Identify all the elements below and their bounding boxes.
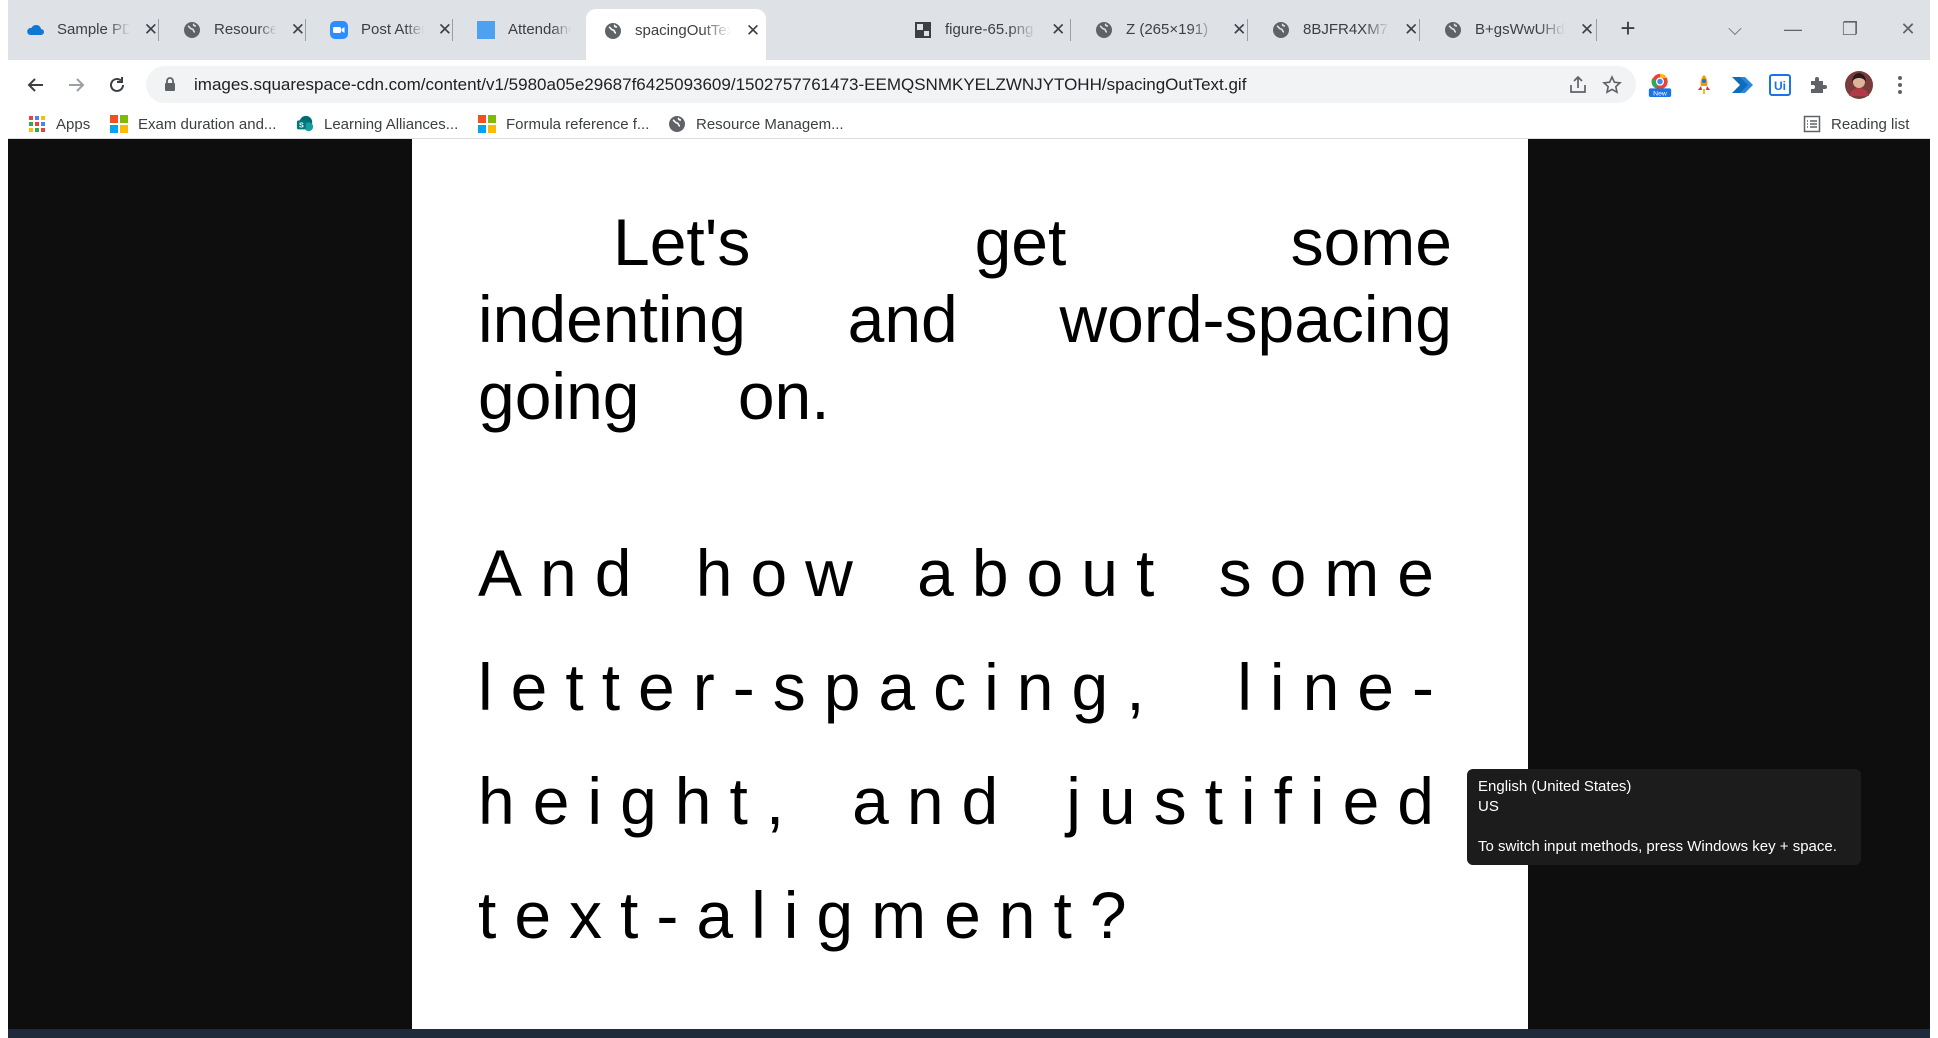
new-tab-button[interactable]: + — [1613, 13, 1643, 43]
image-text-paragraph-1: Let's get some indenting and word-spacin… — [478, 205, 1452, 433]
bookmark-resource-management[interactable]: Resource Managem... — [668, 113, 844, 135]
tab-title: Z (265×191) — [1126, 21, 1209, 38]
bookmarks-bar: Apps Exam duration and... S Learning All… — [8, 110, 1930, 139]
reading-list-label: Reading list — [1831, 115, 1910, 133]
restore-button[interactable]: ❐ — [1835, 14, 1865, 44]
power-automate-icon[interactable] — [1730, 73, 1754, 97]
forward-arrow-icon — [69, 78, 85, 92]
chrome-new-extension-icon[interactable]: New — [1648, 73, 1672, 97]
tab-separator — [1596, 19, 1597, 41]
input-method-tooltip: English (United States) US To switch inp… — [1467, 769, 1861, 865]
tab-search-icon[interactable]: ⌵ — [1720, 14, 1750, 44]
back-arrow-icon — [27, 78, 43, 92]
new-badge-label: New — [1653, 90, 1667, 97]
tab-title: B+gsWwUHd — [1475, 21, 1565, 38]
globe-icon — [668, 115, 686, 133]
tab-strip: Sample PDf file ✕ Resource Management ✕ … — [8, 0, 1930, 60]
bookmark-label: Learning Alliances... — [324, 115, 459, 133]
tab-post-attendee[interactable]: Post Attendee ✕ — [312, 11, 452, 48]
rocket-extension-icon[interactable] — [1692, 73, 1716, 97]
close-icon[interactable]: ✕ — [438, 21, 452, 38]
tab-figure-65[interactable]: figure-65.png ✕ — [896, 11, 1066, 48]
browser-window: Sample PDf file ✕ Resource Management ✕ … — [8, 0, 1930, 1038]
apps-grid-icon — [28, 115, 46, 133]
tab-spacing-out-text[interactable]: spacingOutText ✕ — [586, 9, 766, 60]
page-viewport: Let's get some indenting and word-spacin… — [8, 139, 1930, 1038]
tooltip-layout: US — [1478, 798, 1499, 815]
lock-icon[interactable] — [164, 76, 176, 97]
tab-separator — [452, 19, 453, 41]
toolbar: images.squarespace-cdn.com/content/v1/59… — [8, 60, 1930, 110]
close-icon[interactable]: ✕ — [1404, 21, 1419, 38]
close-icon[interactable]: ✕ — [1231, 21, 1247, 38]
globe-icon — [1444, 21, 1462, 39]
tab-separator — [158, 19, 159, 41]
tab-separator — [305, 19, 306, 41]
bookmark-label: Exam duration and... — [138, 115, 277, 133]
onedrive-icon — [26, 21, 44, 39]
close-window-button[interactable]: ✕ — [1893, 14, 1923, 44]
tab-sample-pdf[interactable]: Sample PDf file ✕ — [8, 11, 158, 48]
tab-title: 8BJFR4XM7Zp — [1303, 21, 1390, 38]
tab-attendance[interactable]: Attendance Q ✕ — [459, 11, 599, 48]
menu-kebab-icon[interactable] — [1888, 73, 1912, 97]
zoom-icon — [330, 20, 348, 39]
tab-title: Attendance Q — [508, 21, 571, 38]
bookmark-exam-duration[interactable]: Exam duration and... — [110, 113, 276, 135]
sharepoint-icon: S — [296, 115, 314, 133]
globe-icon — [1272, 21, 1290, 39]
bookmark-learning-alliances[interactable]: S Learning Alliances... — [296, 113, 458, 135]
profile-avatar[interactable] — [1844, 70, 1874, 100]
back-button[interactable] — [21, 70, 51, 100]
tooltip-language: English (United States) — [1478, 778, 1632, 795]
close-icon[interactable]: ✕ — [291, 21, 305, 38]
tab-title: Resource Management — [214, 21, 277, 38]
url-text[interactable]: images.squarespace-cdn.com/content/v1/59… — [194, 75, 1246, 95]
tab-bgswwuhd[interactable]: B+gsWwUHd ✕ — [1426, 11, 1596, 48]
extensions-puzzle-icon[interactable] — [1806, 73, 1830, 97]
image-icon — [914, 21, 932, 39]
bookmark-label: Apps — [56, 115, 91, 133]
microsoft-icon — [478, 115, 496, 133]
microsoft-icon — [110, 115, 128, 133]
image-text-paragraph-2: And how about some letter-spacing, line-… — [478, 536, 1452, 952]
tab-title: figure-65.png — [945, 21, 1034, 38]
bookmark-formula-reference[interactable]: Formula reference f... — [478, 113, 649, 135]
taskbar-edge — [8, 1029, 1930, 1038]
ui-label: Ui — [1774, 79, 1786, 93]
tab-8bjfr4xm7zp[interactable]: 8BJFR4XM7Zp ✕ — [1254, 11, 1419, 48]
bookmark-label: Resource Managem... — [696, 115, 844, 133]
reload-icon — [110, 77, 124, 92]
reading-list-button[interactable]: Reading list — [1803, 113, 1909, 135]
bookmark-label: Formula reference f... — [506, 115, 650, 133]
tab-separator — [1419, 19, 1420, 41]
tab-title: Post Attendee — [361, 21, 424, 38]
address-bar[interactable]: images.squarespace-cdn.com/content/v1/59… — [146, 66, 1636, 103]
globe-icon — [1095, 21, 1113, 39]
displayed-gif-image: Let's get some indenting and word-spacin… — [412, 139, 1528, 1029]
reading-list-icon — [1803, 115, 1821, 133]
tab-separator — [1070, 19, 1071, 41]
tab-z-image[interactable]: Z (265×191) ✕ — [1077, 11, 1247, 48]
tooltip-hint: To switch input methods, press Windows k… — [1478, 838, 1837, 855]
close-icon[interactable]: ✕ — [1579, 21, 1595, 38]
globe-icon — [183, 21, 201, 39]
tab-title: Sample PDf file — [57, 21, 130, 38]
tab-separator — [1247, 19, 1248, 41]
close-icon[interactable]: ✕ — [745, 22, 761, 39]
tab-title: spacingOutText — [635, 22, 731, 39]
svg-text:S: S — [299, 121, 304, 130]
tab-resource-management[interactable]: Resource Management ✕ — [165, 11, 305, 48]
share-icon[interactable] — [1567, 74, 1589, 96]
close-icon[interactable]: ✕ — [1050, 21, 1066, 38]
minimize-button[interactable]: — — [1778, 14, 1808, 44]
doc-icon — [477, 20, 495, 39]
bookmark-star-icon[interactable] — [1601, 74, 1623, 96]
forward-button[interactable] — [61, 70, 91, 100]
reload-button[interactable] — [102, 70, 132, 100]
uipath-extension-icon[interactable]: Ui — [1768, 73, 1792, 97]
close-icon[interactable]: ✕ — [144, 21, 158, 38]
globe-icon — [604, 22, 622, 40]
bookmark-apps[interactable]: Apps — [28, 113, 90, 135]
